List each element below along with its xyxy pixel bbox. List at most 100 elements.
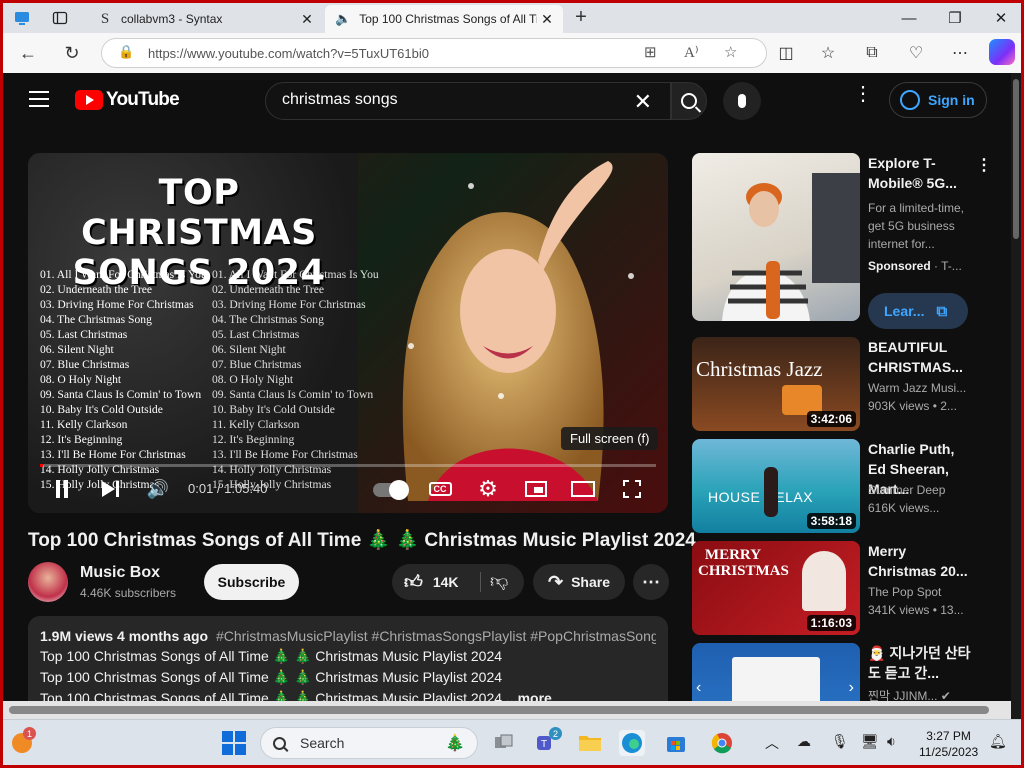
restore-icon[interactable]: ❐ [935, 7, 975, 29]
minimize-icon[interactable]: — [889, 7, 929, 29]
close-tab-icon[interactable]: ✕ [537, 11, 557, 28]
microphone-icon[interactable]: 🎙︎ [831, 733, 849, 750]
tab-youtube[interactable]: 🔈 Top 100 Christmas Songs of All Time ✕ [325, 5, 563, 87]
scrollbar-thumb[interactable] [9, 706, 989, 714]
next-icon[interactable] [98, 475, 122, 503]
ad-title[interactable]: Explore T-Mobile® 5G... [868, 153, 974, 193]
recommendation-card[interactable]: MERRY CHRISTMAS 1:16:03 Merry Christmas … [692, 541, 1002, 637]
song-list-right: 01. All I Want For Christmas Is You 02. U… [212, 268, 379, 491]
voice-search-button[interactable] [723, 82, 761, 120]
favorites-icon[interactable]: ☆ [815, 41, 841, 65]
video-thumbnail[interactable]: Christmas Jazz 3:42:06 [692, 337, 860, 431]
collections-icon[interactable]: ⧉ [859, 41, 885, 65]
close-tab-icon[interactable]: ✕ [297, 11, 317, 28]
search-box[interactable]: ✕ [265, 82, 671, 120]
hashtags[interactable]: #ChristmasMusicPlaylist #ChristmasSongsP… [216, 628, 656, 644]
channel-name[interactable]: Music Box [80, 564, 160, 582]
video-title[interactable]: BEAUTIFUL CHRISTMAS... [868, 337, 974, 377]
onedrive-icon[interactable]: ☁ [797, 733, 811, 750]
new-tab-button[interactable]: + [569, 6, 593, 29]
split-screen-icon[interactable]: ◫ [773, 41, 799, 65]
channel-name[interactable]: The Pop Spot [868, 585, 978, 599]
progress-bar[interactable] [40, 464, 656, 467]
autoplay-toggle[interactable] [373, 480, 409, 500]
learn-more-button[interactable]: Lear... ⧉ [868, 293, 968, 329]
sign-in-label: Sign in [928, 92, 975, 108]
copilot-icon[interactable] [989, 39, 1015, 65]
video-player[interactable]: TOP CHRISTMAS SONGS 2024 01. All I Want … [28, 153, 668, 513]
app-available-icon[interactable]: ⊞ [644, 43, 657, 61]
more-menu-icon[interactable]: ⋯ [947, 41, 973, 65]
horizontal-scrollbar[interactable] [3, 701, 1011, 719]
start-button[interactable] [221, 730, 247, 756]
video-title[interactable]: Merry Christmas 20... [868, 541, 974, 581]
more-actions-button[interactable]: ⋯ [633, 564, 669, 600]
video-thumbnail[interactable]: HOUSE RELAX 3:58:18 [692, 439, 860, 533]
thumbnail-text: MERRY CHRISTMAS [698, 547, 789, 579]
scrollbar-thumb[interactable] [1013, 79, 1019, 239]
network-icon[interactable]: 🖥︎ [861, 733, 879, 750]
theater-mode-icon[interactable] [570, 475, 596, 503]
menu-icon[interactable] [29, 91, 49, 107]
video-title[interactable]: 🎅 지나가던 산타도 듣고 간... [868, 643, 974, 683]
search-highlight-icon: 🎄 [445, 735, 465, 752]
captions-icon: CC [428, 482, 452, 496]
sign-in-button[interactable]: Sign in [889, 82, 987, 118]
vertical-scrollbar[interactable] [1011, 73, 1021, 719]
clock[interactable]: 3:27 PM 11/25/2023 [919, 728, 978, 760]
clear-search-icon[interactable]: ✕ [634, 89, 652, 115]
ad-more-icon[interactable]: ⋮ [976, 155, 992, 175]
pause-icon[interactable] [54, 475, 70, 503]
close-window-icon[interactable]: ✕ [981, 7, 1021, 29]
channel-avatar[interactable] [28, 562, 68, 602]
favorite-star-icon[interactable]: ☆ [724, 43, 737, 61]
svg-text:T: T [541, 739, 547, 750]
subtitles-button[interactable]: CC [428, 475, 452, 503]
taskbar-search[interactable]: Search 🎄 [260, 727, 478, 759]
read-aloud-icon[interactable]: A⁾ [684, 43, 699, 62]
ad-text: For a limited-time, get 5G business inte… [868, 201, 965, 251]
search-input[interactable] [282, 91, 602, 109]
youtube-logo[interactable]: YouTube [75, 89, 180, 111]
channel-name[interactable]: Summer Deep [868, 483, 978, 497]
tab-collabvm[interactable]: S collabvm3 - Syntax ✕ [87, 5, 323, 33]
chrome-icon[interactable] [709, 730, 735, 756]
thumbs-down-icon[interactable]: 👎︎ [490, 570, 508, 592]
notification-badge: 1 [23, 727, 36, 740]
task-view-icon[interactable] [491, 730, 517, 756]
browser-essentials-icon[interactable]: ♡ [903, 41, 929, 65]
description-line: Top 100 Christmas Songs of All Time 🎄 🎄 … [40, 669, 503, 685]
refresh-icon[interactable]: ↻ [59, 41, 85, 65]
sponsored-card[interactable]: Explore T-Mobile® 5G... ⋮ For a limited-… [692, 153, 1002, 333]
volume-icon[interactable]: 🔊 [146, 475, 170, 503]
edge-icon[interactable] [619, 730, 645, 756]
video-thumbnail[interactable]: MERRY CHRISTMAS 1:16:03 [692, 541, 860, 635]
url-text[interactable]: https://www.youtube.com/watch?v=5TuxUT61… [148, 46, 429, 61]
lock-icon[interactable]: 🔒 [118, 44, 134, 60]
teams-icon[interactable]: T 2 [533, 727, 562, 756]
settings-menu-icon[interactable]: ⋮ [853, 84, 873, 104]
weather-icon[interactable]: 1 [9, 727, 36, 756]
volume-icon[interactable]: 🔉︎ [887, 733, 896, 750]
channel-name[interactable]: Warm Jazz Musi... [868, 381, 978, 395]
notifications-bell-icon[interactable]: 🔔︎ [989, 733, 1007, 750]
tab-actions-icon[interactable] [49, 7, 71, 29]
search-button[interactable] [671, 82, 707, 120]
file-explorer-icon[interactable] [577, 730, 603, 756]
subscribe-button[interactable]: Subscribe [204, 564, 299, 600]
recommendation-card[interactable]: Christmas Jazz 3:42:06 BEAUTIFUL CHRISTM… [692, 337, 1002, 433]
address-bar[interactable]: 🔒 https://www.youtube.com/watch?v=5TuxUT… [101, 38, 767, 68]
miniplayer-icon[interactable] [524, 475, 548, 503]
chevron-up-icon[interactable]: ︿ [765, 733, 779, 753]
share-button[interactable]: ↷ Share [533, 564, 625, 600]
back-arrow-icon[interactable]: ← [15, 41, 41, 65]
store-icon[interactable] [663, 730, 689, 756]
like-button[interactable]: 👍︎ 14K [404, 564, 459, 600]
fullscreen-icon[interactable] [620, 475, 644, 503]
recommendation-card[interactable]: HOUSE RELAX 3:58:18 Charlie Puth, Ed She… [692, 439, 1002, 535]
time-display: 0:01 / 1:05:40 [188, 481, 268, 496]
workspaces-icon[interactable] [11, 7, 33, 29]
ad-thumbnail[interactable] [692, 153, 860, 321]
speaker-icon[interactable]: 🔈 [335, 11, 351, 27]
gear-icon[interactable]: ⚙ [476, 475, 500, 503]
